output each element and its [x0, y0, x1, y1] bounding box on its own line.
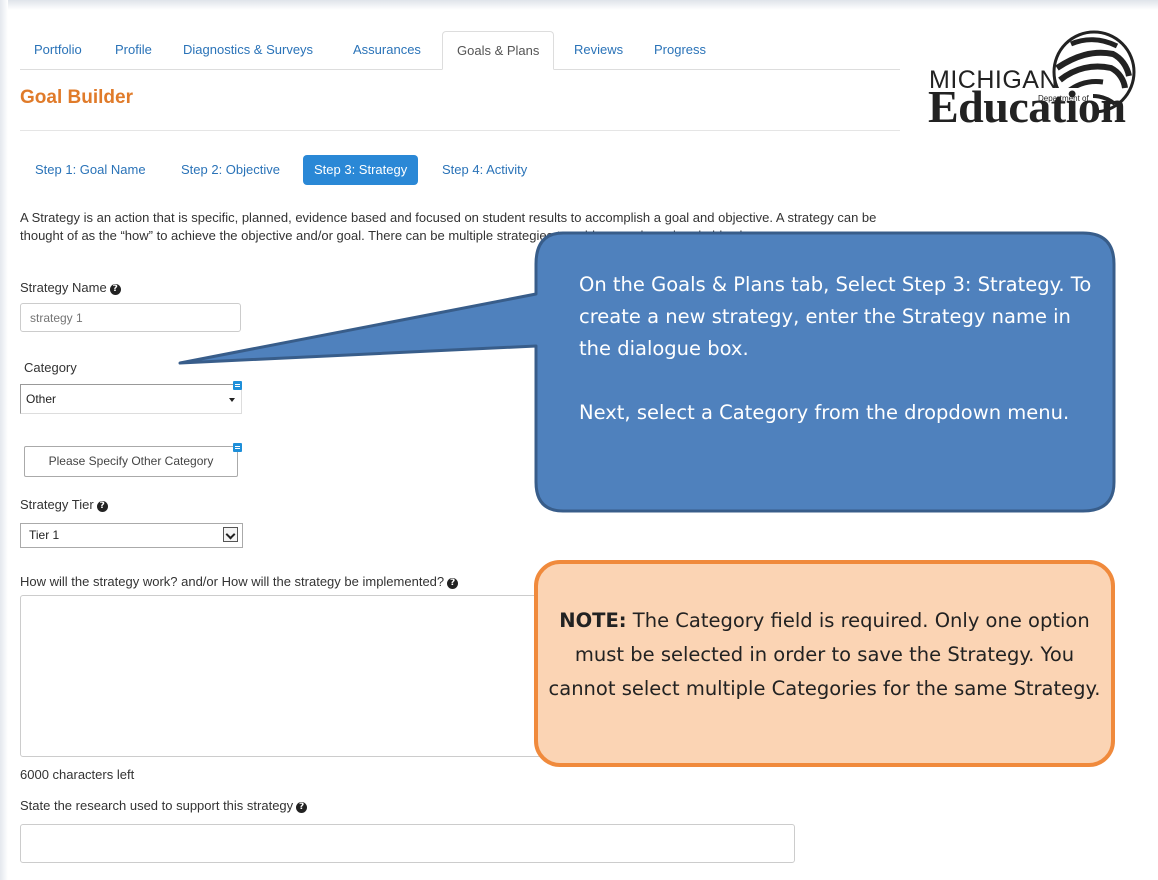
note-callout-text: The Category field is required. Only one… [548, 609, 1101, 700]
instruction-callout: On the Goals & Plans tab, Select Step 3:… [579, 269, 1099, 429]
note-callout-lead: NOTE: [559, 609, 627, 632]
note-callout: NOTE: The Category field is required. On… [548, 604, 1101, 706]
instruction-callout-para1: On the Goals & Plans tab, Select Step 3:… [579, 273, 1092, 360]
instruction-callout-para2: Next, select a Category from the dropdow… [579, 401, 1070, 424]
